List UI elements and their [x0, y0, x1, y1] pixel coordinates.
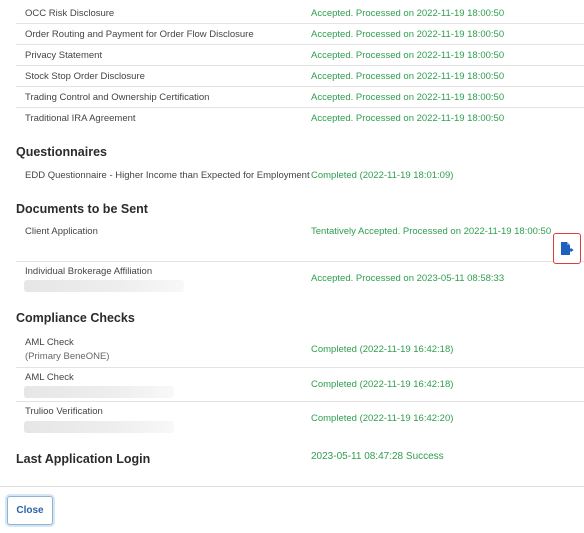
compliance-check-name: AML Check	[25, 372, 74, 383]
questionnaire-status: Completed (2022-11-19 18:01:09)	[311, 170, 454, 181]
redacted-field	[24, 386, 174, 398]
questionnaire-name: EDD Questionnaire - Higher Income than E…	[25, 170, 310, 181]
table-row: Traditional IRA Agreement Accepted. Proc…	[16, 108, 584, 129]
disclosure-name: Order Routing and Payment for Order Flow…	[25, 29, 254, 40]
table-row: Individual Brokerage Affiliation Accepte…	[16, 262, 584, 298]
disclosure-status: Accepted. Processed on 2022-11-19 18:00:…	[311, 50, 505, 61]
compliance-check-status: Completed (2022-11-19 16:42:20)	[311, 413, 454, 424]
table-row: Trulioo Verification Completed (2022-11-…	[16, 402, 584, 436]
table-row: OCC Risk Disclosure Accepted. Processed …	[16, 3, 584, 24]
table-row: Stock Stop Order Disclosure Accepted. Pr…	[16, 66, 584, 87]
table-row: AML Check Completed (2022-11-19 16:42:18…	[16, 368, 584, 402]
table-row: Order Routing and Payment for Order Flow…	[16, 24, 584, 45]
table-row: EDD Questionnaire - Higher Income than E…	[16, 164, 584, 188]
compliance-title: Compliance Checks	[16, 311, 135, 325]
document-status: Tentatively Accepted. Processed on 2022-…	[311, 226, 552, 237]
documents-title: Documents to be Sent	[16, 202, 148, 216]
document-status: Accepted. Processed on 2023-05-11 08:58:…	[311, 273, 505, 284]
table-row: AML Check (Primary BeneONE) Completed (2…	[16, 332, 584, 368]
close-button[interactable]: Close	[7, 496, 53, 525]
disclosure-status: Accepted. Processed on 2022-11-19 18:00:…	[311, 8, 505, 19]
footer-divider	[0, 486, 584, 487]
disclosure-status: Accepted. Processed on 2022-11-19 18:00:…	[311, 113, 505, 124]
disclosure-name: Trading Control and Ownership Certificat…	[25, 92, 210, 103]
disclosure-name: Stock Stop Order Disclosure	[25, 71, 145, 82]
compliance-check-subject: (Primary BeneONE)	[25, 351, 110, 362]
questionnaires-title: Questionnaires	[16, 145, 107, 159]
document-name: Client Application	[25, 226, 98, 237]
disclosure-name: Privacy Statement	[25, 50, 103, 61]
table-row: Client Application Tentatively Accepted.…	[16, 221, 584, 262]
disclosure-status: Accepted. Processed on 2022-11-19 18:00:…	[311, 92, 505, 103]
compliance-check-name: Trulioo Verification	[25, 406, 103, 417]
disclosure-status: Accepted. Processed on 2022-11-19 18:00:…	[311, 29, 505, 40]
compliance-check-name: AML Check	[25, 337, 74, 348]
disclosure-status: Accepted. Processed on 2022-11-19 18:00:…	[311, 71, 505, 82]
disclosure-name: Traditional IRA Agreement	[25, 113, 136, 124]
last-login-value: 2023-05-11 08:47:28 Success	[311, 451, 444, 462]
last-login-title: Last Application Login	[16, 452, 151, 466]
redacted-field	[24, 421, 174, 433]
redacted-field	[24, 280, 184, 292]
document-name: Individual Brokerage Affiliation	[25, 266, 153, 277]
table-row: Privacy Statement Accepted. Processed on…	[16, 45, 584, 66]
disclosure-name: OCC Risk Disclosure	[25, 8, 115, 19]
document-export-icon	[561, 242, 574, 255]
compliance-check-status: Completed (2022-11-19 16:42:18)	[311, 344, 454, 355]
send-document-button[interactable]	[553, 233, 581, 264]
compliance-check-status: Completed (2022-11-19 16:42:18)	[311, 379, 454, 390]
table-row: Trading Control and Ownership Certificat…	[16, 87, 584, 108]
